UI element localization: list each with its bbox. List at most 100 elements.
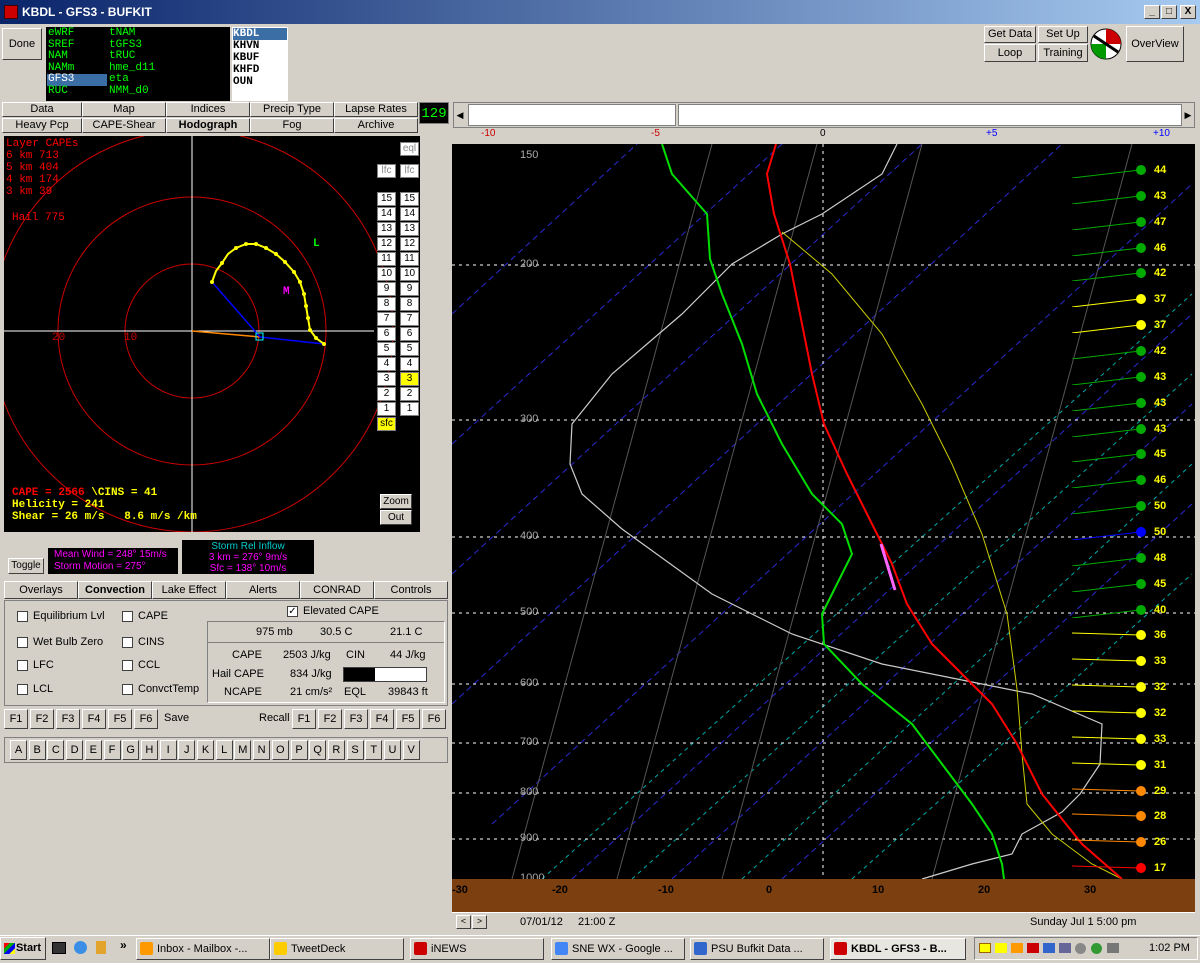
overlay-checkbox[interactable] (17, 637, 28, 648)
taskbar-item[interactable]: SNE WX - Google ... (551, 938, 685, 960)
lower-tab[interactable]: Lake Effect (152, 581, 226, 599)
time-scrollbar[interactable]: ◀ ▶ (453, 102, 1195, 128)
lower-tab[interactable]: CONRAD (300, 581, 374, 599)
letter-button[interactable]: B (28, 740, 46, 760)
letter-button[interactable]: R (327, 740, 345, 760)
level-button-right[interactable]: 4 (400, 357, 419, 371)
mail-tray-icon[interactable] (979, 943, 991, 953)
skew-t-panel[interactable]: 150 200 300 400 500 600 700 800 900 1000 44 43 47 46… (452, 144, 1195, 912)
eql-button[interactable]: eql (400, 142, 419, 156)
letter-button[interactable]: H (140, 740, 158, 760)
level-button-right[interactable]: 8 (400, 297, 419, 311)
level-button-right[interactable]: 7 (400, 312, 419, 326)
model-item[interactable]: NMM_d0 (108, 85, 228, 98)
overlay-checkbox[interactable] (122, 637, 133, 648)
prev-time-arrow-icon[interactable]: < (456, 915, 471, 929)
model-item[interactable]: eWRF (47, 27, 107, 40)
letter-button[interactable]: F (103, 740, 121, 760)
lower-tab[interactable]: Convection (78, 581, 152, 599)
letter-button[interactable]: V (402, 740, 420, 760)
level-button-right[interactable]: 5 (400, 342, 419, 356)
overlay-checkbox[interactable] (17, 660, 28, 671)
level-button-left[interactable]: 12 (377, 237, 396, 251)
quicklaunch-chevron-icon[interactable]: » (120, 938, 127, 952)
set-up-button[interactable]: Set Up (1038, 26, 1088, 43)
scroll-thumb[interactable] (678, 104, 1182, 126)
fkey-button[interactable]: F5 (108, 709, 132, 729)
fkey-button[interactable]: F4 (82, 709, 106, 729)
ie-icon[interactable] (74, 941, 87, 954)
overlay-checkbox[interactable] (17, 611, 28, 622)
minimize-button[interactable]: _ (1144, 5, 1160, 19)
letter-button[interactable]: N (253, 740, 271, 760)
lower-tab[interactable]: Overlays (4, 581, 78, 599)
taskbar-item[interactable]: TweetDeck (270, 938, 404, 960)
level-button-left[interactable]: 9 (377, 282, 396, 296)
scroll-right-arrow-icon[interactable]: ▶ (1182, 103, 1194, 127)
level-button-left[interactable]: 3 (377, 372, 396, 386)
level-button-left[interactable]: 13 (377, 222, 396, 236)
close-button[interactable]: X (1180, 5, 1196, 19)
overview-button[interactable]: OverView (1126, 26, 1184, 62)
letter-button[interactable]: C (47, 740, 65, 760)
station-item[interactable]: KBUF (233, 52, 287, 64)
letter-button[interactable]: T (365, 740, 383, 760)
lfc-button-left[interactable]: lfc (377, 164, 396, 178)
level-button-left[interactable]: 14 (377, 207, 396, 221)
fkey-recall-button[interactable]: F1 (292, 709, 316, 729)
volume-icon[interactable] (1107, 943, 1119, 953)
station-item[interactable]: KHFD (233, 64, 287, 76)
level-button-left[interactable]: 2 (377, 387, 396, 401)
fkey-recall-button[interactable]: F3 (344, 709, 368, 729)
level-button-right[interactable]: 14 (400, 207, 419, 221)
letter-button[interactable]: E (84, 740, 102, 760)
letter-button[interactable]: G (122, 740, 140, 760)
overlay-checkbox[interactable] (122, 611, 133, 622)
office-tray-icon[interactable] (1011, 943, 1023, 953)
view-tab[interactable]: Indices (166, 102, 250, 117)
level-button-left[interactable]: 8 (377, 297, 396, 311)
model-item[interactable]: eta (108, 73, 228, 86)
level-button-right[interactable]: 6 (400, 327, 419, 341)
scroll-left-arrow-icon[interactable]: ◀ (454, 103, 466, 127)
lower-tab[interactable]: Alerts (226, 581, 300, 599)
level-button-right[interactable]: 2 (400, 387, 419, 401)
get-data-button[interactable]: Get Data (984, 26, 1036, 43)
fkey-button[interactable]: F6 (134, 709, 158, 729)
letter-button[interactable]: A (10, 740, 27, 760)
letter-button[interactable]: S (346, 740, 364, 760)
fkey-recall-button[interactable]: F4 (370, 709, 394, 729)
view-tab[interactable]: Precip Type (250, 102, 334, 117)
fkey-button[interactable]: F3 (56, 709, 80, 729)
overlay-checkbox[interactable] (122, 684, 133, 695)
taskbar-item[interactable]: KBDL - GFS3 - B... (830, 938, 966, 960)
fkey-button[interactable]: F2 (30, 709, 54, 729)
show-desktop-icon[interactable] (52, 942, 66, 954)
fkey-recall-button[interactable]: F2 (318, 709, 342, 729)
model-item[interactable]: RUC (47, 85, 107, 98)
view-tab[interactable]: Lapse Rates (334, 102, 418, 117)
level-button-right[interactable]: 11 (400, 252, 419, 266)
tray-icon[interactable] (1043, 943, 1055, 953)
fkey-recall-button[interactable]: F6 (422, 709, 446, 729)
toggle-button[interactable]: Toggle (8, 558, 44, 574)
level-button-right[interactable]: 3 (400, 372, 419, 386)
letter-button[interactable]: I (159, 740, 177, 760)
letter-button[interactable]: P (290, 740, 308, 760)
next-time-arrow-icon[interactable]: > (472, 915, 487, 929)
taskbar-item[interactable]: PSU Bufkit Data ... (690, 938, 824, 960)
recall-label[interactable]: Recall (259, 712, 290, 724)
letter-button[interactable]: U (384, 740, 401, 760)
level-button-right[interactable]: 12 (400, 237, 419, 251)
overlay-checkbox[interactable] (17, 684, 28, 695)
lower-tab[interactable]: Controls (374, 581, 448, 599)
level-button-right[interactable]: 9 (400, 282, 419, 296)
tray-icon[interactable] (1091, 943, 1102, 954)
level-button-left[interactable]: 6 (377, 327, 396, 341)
station-item[interactable]: KHVN (233, 40, 287, 52)
start-button[interactable]: Start (0, 937, 46, 960)
letter-button[interactable]: L (215, 740, 233, 760)
letter-button[interactable]: Q (309, 740, 327, 760)
save-label[interactable]: Save (164, 712, 189, 724)
letter-button[interactable]: M (234, 740, 252, 760)
